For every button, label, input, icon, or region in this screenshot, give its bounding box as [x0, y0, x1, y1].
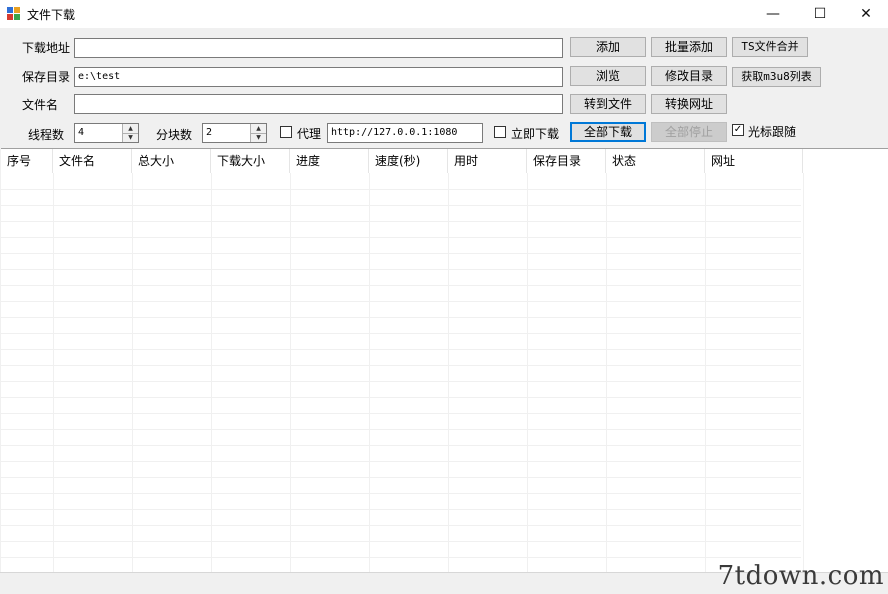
grid-line-horizontal [1, 317, 801, 318]
proxy-checkbox[interactable] [280, 126, 292, 138]
proxy-label: 代理 [297, 127, 322, 141]
column-header-index[interactable]: 序号 [1, 149, 53, 173]
app-icon [7, 7, 21, 21]
filename-input[interactable] [74, 94, 563, 114]
url-label: 下载地址 [22, 41, 71, 55]
save-dir-input[interactable]: e:\test [74, 67, 563, 87]
cursor-follow-label: 光标跟随 [748, 125, 797, 139]
grid-line-horizontal [1, 541, 801, 542]
column-header-filename[interactable]: 文件名 [53, 149, 132, 173]
watermark: 7tdown.com [717, 561, 884, 591]
grid-line-vertical [211, 173, 212, 573]
grid-line-horizontal [1, 397, 801, 398]
grid-line-horizontal [1, 205, 801, 206]
chunks-value: 2 [206, 127, 213, 138]
grid-line-vertical [527, 173, 528, 573]
convert-url-button[interactable]: 转换网址 [651, 94, 727, 114]
grid-line-horizontal [1, 493, 801, 494]
grid-line-vertical [132, 173, 133, 573]
grid-line-horizontal [1, 189, 801, 190]
grid-line-vertical [803, 173, 804, 573]
grid-line-horizontal [1, 237, 801, 238]
grid-line-horizontal [1, 285, 801, 286]
grid-line-horizontal [1, 253, 801, 254]
chunks-stepper[interactable]: 2 ▲ ▼ [202, 123, 267, 143]
url-input[interactable] [74, 38, 563, 58]
grid-line-vertical [448, 173, 449, 573]
filename-label: 文件名 [22, 98, 59, 112]
threads-value: 4 [78, 127, 85, 138]
grid-line-horizontal [1, 557, 801, 558]
add-button[interactable]: 添加 [570, 37, 646, 57]
browse-button[interactable]: 浏览 [570, 66, 646, 86]
grid-line-horizontal [1, 269, 801, 270]
column-header-status[interactable]: 状态 [606, 149, 705, 173]
chevron-up-icon[interactable]: ▲ [251, 124, 266, 133]
grid-line-horizontal [1, 365, 801, 366]
maximize-button[interactable]: ☐ [797, 0, 843, 28]
close-button[interactable]: ✕ [843, 0, 888, 28]
stop-all-button[interactable]: 全部停止 [651, 122, 727, 142]
grid-line-vertical [290, 173, 291, 573]
grid-line-horizontal [1, 525, 801, 526]
column-header-downloaded-size[interactable]: 下载大小 [211, 149, 290, 173]
grid-line-horizontal [1, 429, 801, 430]
window-title: 文件下载 [27, 8, 76, 22]
title-bar: 文件下载 — ☐ ✕ [0, 0, 888, 28]
grid-line-vertical [606, 173, 607, 573]
to-file-button[interactable]: 转到文件 [570, 94, 646, 114]
chunks-label: 分块数 [156, 128, 193, 142]
grid-line-horizontal [1, 461, 801, 462]
proxy-input[interactable]: http://127.0.0.1:1080 [327, 123, 483, 143]
grid-line-horizontal [1, 349, 801, 350]
close-icon: ✕ [860, 6, 872, 22]
column-header-total-size[interactable]: 总大小 [132, 149, 211, 173]
cursor-follow-checkbox[interactable]: ✓ [732, 124, 744, 136]
grid-line-vertical [53, 173, 54, 573]
chevron-down-icon[interactable]: ▼ [251, 133, 266, 142]
grid-line-horizontal [1, 301, 801, 302]
batch-add-button[interactable]: 批量添加 [651, 37, 727, 57]
minimize-button[interactable]: — [750, 0, 796, 28]
column-header-progress[interactable]: 进度 [290, 149, 369, 173]
minimize-icon: — [766, 6, 780, 22]
maximize-icon: ☐ [813, 6, 827, 22]
grid-line-horizontal [1, 413, 801, 414]
grid-line-horizontal [1, 333, 801, 334]
check-icon: ✓ [733, 124, 743, 135]
chevron-down-icon[interactable]: ▼ [123, 133, 138, 142]
grid-line-horizontal [1, 445, 801, 446]
grid-line-horizontal [1, 477, 801, 478]
column-header-speed[interactable]: 速度(秒) [369, 149, 448, 173]
download-all-button[interactable]: 全部下载 [570, 122, 646, 142]
modify-dir-button[interactable]: 修改目录 [651, 66, 727, 86]
column-header-url[interactable]: 网址 [705, 149, 803, 173]
threads-label: 线程数 [28, 128, 65, 142]
threads-spin-arrows[interactable]: ▲ ▼ [122, 124, 138, 142]
chevron-up-icon[interactable]: ▲ [123, 124, 138, 133]
download-list[interactable]: 序号 文件名 总大小 下载大小 进度 速度(秒) 用时 保存目录 状态 网址 [1, 148, 888, 573]
ts-merge-button[interactable]: TS文件合并 [732, 37, 808, 57]
column-header-save-dir[interactable]: 保存目录 [527, 149, 606, 173]
save-dir-label: 保存目录 [22, 70, 71, 84]
immediate-download-checkbox[interactable] [494, 126, 506, 138]
chunks-spin-arrows[interactable]: ▲ ▼ [250, 124, 266, 142]
grid-line-horizontal [1, 381, 801, 382]
column-header-elapsed[interactable]: 用时 [448, 149, 527, 173]
grid-line-vertical [369, 173, 370, 573]
grid-line-horizontal [1, 509, 801, 510]
get-m3u8-button[interactable]: 获取m3u8列表 [732, 67, 821, 87]
grid-line-vertical [705, 173, 706, 573]
grid-line-horizontal [1, 221, 801, 222]
immediate-download-label: 立即下载 [511, 127, 560, 141]
threads-stepper[interactable]: 4 ▲ ▼ [74, 123, 139, 143]
